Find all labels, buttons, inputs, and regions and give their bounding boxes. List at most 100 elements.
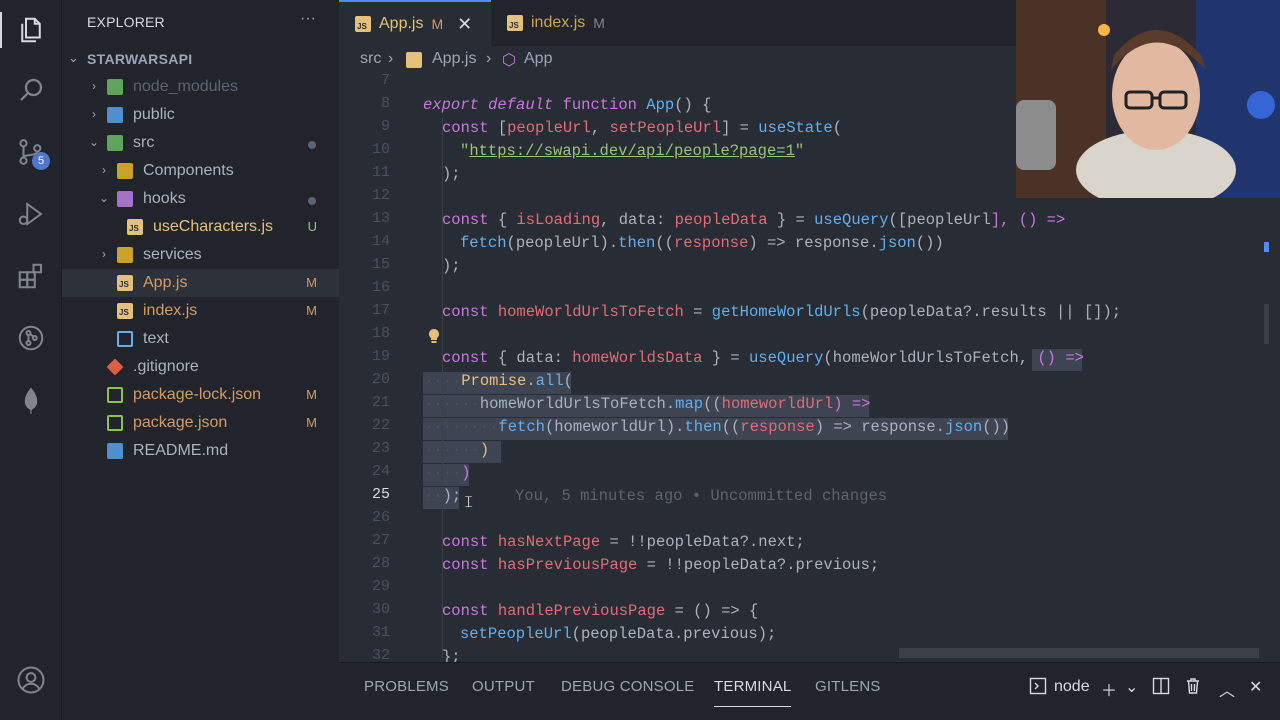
code-line-15: ); [442, 257, 461, 275]
line-number-current: 25 [371, 486, 390, 503]
tree-item-readme[interactable]: README.md [62, 437, 339, 465]
line-number: 28 [371, 555, 390, 572]
code-line-9: const [peopleUrl, setPeopleUrl] = useSta… [442, 119, 843, 137]
code-line-8: export default function App() { [423, 96, 712, 114]
explorer-activity-button[interactable] [0, 4, 62, 56]
javascript-file-icon: JS [507, 15, 523, 31]
plus-icon[interactable]: ＋ [1101, 677, 1117, 701]
chevron-up-icon[interactable]: ︿ [1219, 677, 1235, 701]
line-number: 23 [371, 440, 390, 457]
line-number: 16 [371, 279, 390, 296]
line-number: 21 [371, 394, 390, 411]
terminal-name[interactable]: node [1054, 678, 1090, 696]
source-control-activity-button[interactable]: 5 [0, 126, 62, 178]
scrollbar-thumb[interactable] [1264, 304, 1269, 344]
tab-output[interactable]: OUTPUT [472, 678, 535, 695]
account-activity-button[interactable] [0, 654, 62, 706]
symbol-function-icon: ⬡ [502, 52, 516, 69]
line-number: 10 [371, 141, 390, 158]
tree-item-package-lock[interactable]: package-lock.json M [62, 381, 339, 409]
tree-item-app-js[interactable]: JS App.js M [62, 269, 339, 297]
text-cursor-icon: 𝙸 [463, 492, 475, 511]
tree-item-public[interactable]: › public [62, 101, 339, 129]
tab-debug-console[interactable]: DEBUG CONSOLE [561, 678, 694, 695]
git-blame-annotation: You, 5 minutes ago • Uncommitted changes [515, 487, 888, 505]
info-file-icon [107, 443, 123, 459]
breadcrumb-app-symbol[interactable]: App [524, 50, 552, 68]
tree-item-label: hooks [143, 190, 186, 207]
tree-item-label: README.md [133, 442, 229, 459]
tree-item-components[interactable]: › Components [62, 157, 339, 185]
line-number: 7 [380, 72, 390, 89]
code-line-25: ··); [424, 487, 462, 505]
tree-item-index-js[interactable]: JS index.js M [62, 297, 339, 325]
run-debug-activity-button[interactable] [0, 188, 62, 240]
code-line-28: const hasPreviousPage = !!peopleData?.pr… [442, 556, 880, 574]
workspace-folder-name: STARWARSAPI [87, 51, 193, 67]
chevron-down-icon[interactable]: ⌄ [1125, 677, 1138, 697]
line-number: 31 [371, 624, 390, 641]
breadcrumb-app-js[interactable]: App.js [432, 50, 476, 68]
modified-badge: M [431, 16, 444, 32]
folder-icon [117, 163, 133, 179]
javascript-file-icon: JS [117, 303, 133, 319]
code-line-20: ····Promise.all( [424, 372, 573, 390]
close-icon[interactable]: ✕ [1249, 677, 1262, 697]
source-control-badge: 5 [32, 152, 50, 170]
lightbulb-icon[interactable] [427, 328, 441, 344]
tab-index-js[interactable]: JS index.js M [491, 0, 631, 46]
tree-item-package-json[interactable]: package.json M [62, 409, 339, 437]
tree-item-label: src [133, 134, 155, 151]
close-tab-icon[interactable]: ✕ [457, 14, 472, 35]
presenter-video-image [1016, 0, 1280, 198]
extensions-icon [18, 263, 42, 289]
tree-item-label: node_modules [133, 78, 238, 95]
trash-icon[interactable] [1184, 677, 1202, 700]
line-number: 32 [371, 647, 390, 662]
chevron-down-icon: ⌄ [68, 50, 79, 65]
tree-item-label: text [143, 330, 169, 347]
tab-terminal[interactable]: TERMINAL [714, 678, 792, 707]
javascript-file-icon [406, 52, 422, 68]
line-number: 19 [371, 348, 390, 365]
line-number: 30 [371, 601, 390, 618]
more-actions-icon[interactable]: ··· [300, 10, 316, 28]
tab-problems[interactable]: PROBLEMS [364, 678, 449, 695]
line-number: 11 [371, 164, 390, 181]
modified-badge: M [306, 415, 317, 430]
explorer-title: EXPLORER [87, 14, 165, 30]
code-line-17: const homeWorldUrlsToFetch = getHomeWorl… [442, 303, 1122, 321]
bottom-panel: PROBLEMS OUTPUT DEBUG CONSOLE TERMINAL G… [339, 662, 1280, 720]
untracked-badge: U [307, 219, 317, 234]
workspace-folder-header[interactable]: ⌄ STARWARSAPI [62, 46, 339, 72]
split-icon[interactable] [1152, 677, 1170, 700]
gitlens-activity-button[interactable] [0, 312, 62, 364]
line-number: 12 [371, 187, 390, 204]
javascript-file-icon: JS [127, 219, 143, 235]
tree-item-label: services [143, 246, 202, 263]
tree-item-label: package.json [133, 414, 228, 431]
breadcrumb-separator: › [388, 50, 394, 67]
code-line-14: fetch(peopleUrl).then((response) => resp… [460, 234, 944, 252]
mongodb-activity-button[interactable] [0, 374, 62, 426]
horizontal-scrollbar[interactable] [899, 648, 1259, 658]
tree-item-use-characters[interactable]: JS useCharacters.js U [62, 213, 339, 241]
tree-item-label: package-lock.json [133, 386, 262, 403]
breadcrumb-src[interactable]: src [360, 50, 381, 68]
folder-open-icon [117, 191, 133, 207]
tree-item-services[interactable]: › services [62, 241, 339, 269]
tree-item-node-modules[interactable]: › node_modules [62, 73, 339, 101]
tab-gitlens[interactable]: GITLENS [815, 678, 881, 695]
tab-app-js[interactable]: JS App.js M ✕ [339, 0, 491, 46]
tree-item-src[interactable]: ⌄ src [62, 129, 339, 157]
tree-item-hooks[interactable]: ⌄ hooks [62, 185, 339, 213]
account-icon [17, 666, 45, 694]
extensions-activity-button[interactable] [0, 250, 62, 302]
tree-item-text[interactable]: text [62, 325, 339, 353]
tree-item-gitignore[interactable]: .gitignore [62, 353, 339, 381]
code-line-21: ······homeWorldUrlsToFetch.map((homeworl… [424, 395, 871, 413]
activity-bar: 5 [0, 0, 62, 720]
line-number: 9 [380, 118, 390, 135]
search-activity-button[interactable] [0, 64, 62, 116]
javascript-file-icon: JS [117, 275, 133, 291]
